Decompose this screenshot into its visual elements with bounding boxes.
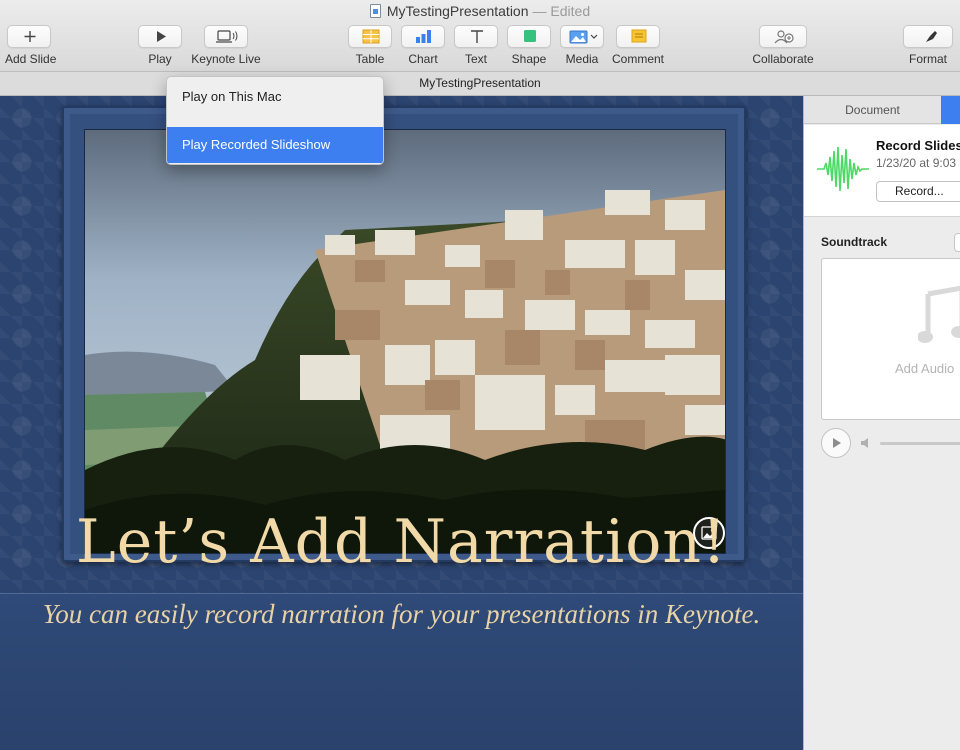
play-button[interactable]: Play <box>137 25 183 66</box>
table-icon <box>348 25 392 48</box>
collaborate-label: Collaborate <box>752 52 814 66</box>
inspector-tabs: Document <box>804 96 960 124</box>
record-date: 1/23/20 at 9:03 <box>876 156 957 170</box>
window-title: MyTestingPresentation — Edited <box>0 3 960 19</box>
chart-label: Chart <box>408 52 438 66</box>
tab-document[interactable]: Document <box>804 96 941 124</box>
plus-icon <box>7 25 51 48</box>
chart-button[interactable]: Chart <box>400 25 446 66</box>
play-dropdown-menu: Play on This Mac Play Recorded Slideshow <box>166 76 384 165</box>
text-button[interactable]: Text <box>453 25 499 66</box>
table-button[interactable]: Table <box>347 25 393 66</box>
add-slide-label: Add Slide <box>5 52 57 66</box>
shape-button[interactable]: Shape <box>506 25 552 66</box>
inspector-panel: Document Record Slides 1/23/20 at 9:03 R… <box>803 96 960 750</box>
slide-canvas[interactable] <box>0 96 803 750</box>
slide-title[interactable]: Let’s Add Narration! <box>0 507 803 577</box>
collaborate-icon <box>759 25 807 48</box>
bar-chart-icon <box>401 25 445 48</box>
add-audio-label: Add Audio <box>895 361 955 376</box>
collaborate-button[interactable]: Collaborate <box>750 25 816 66</box>
play-label: Play <box>148 52 172 66</box>
media-icon <box>560 25 604 48</box>
menu-item-play-on-this-mac[interactable]: Play on This Mac <box>167 77 383 117</box>
music-note-icon <box>918 286 960 343</box>
keynote-document-icon <box>369 4 381 18</box>
volume-icon <box>861 438 868 448</box>
document-tab[interactable]: MyTestingPresentation <box>0 72 960 96</box>
keynote-live-icon <box>204 25 248 48</box>
comment-label: Comment <box>612 52 665 66</box>
add-slide-button[interactable]: Add Slide <box>5 25 57 66</box>
text-label: Text <box>464 52 487 66</box>
format-label: Format <box>908 52 947 66</box>
comment-button[interactable]: Comment <box>612 25 664 66</box>
shape-icon <box>507 25 551 48</box>
shape-label: Shape <box>511 52 547 66</box>
record-slideshow-card: Record Slides 1/23/20 at 9:03 Record... <box>804 125 960 217</box>
soundtrack-label: Soundtrack <box>821 235 888 249</box>
table-label: Table <box>355 52 385 66</box>
volume-slider[interactable] <box>880 442 960 445</box>
record-slideshow-title: Record Slides <box>876 138 960 153</box>
soundtrack-popup-button[interactable] <box>954 233 960 252</box>
record-button[interactable]: Record... <box>876 181 960 202</box>
keynote-live-label: Keynote Live <box>191 52 261 66</box>
window-title-text: MyTestingPresentation <box>386 3 529 19</box>
slide-photo[interactable] <box>84 129 726 554</box>
format-brush-icon <box>903 25 953 48</box>
add-audio-well[interactable]: Add Audio <box>821 258 960 420</box>
format-button[interactable]: Format <box>902 25 954 66</box>
keynote-live-button[interactable]: Keynote Live <box>190 25 262 66</box>
waveform-icon <box>817 146 869 192</box>
tab-audio[interactable] <box>941 96 960 124</box>
play-audio-button[interactable] <box>821 428 851 458</box>
text-icon <box>454 25 498 48</box>
media-label: Media <box>565 52 599 66</box>
document-tab-label: MyTestingPresentation <box>419 76 541 90</box>
menu-item-play-recorded-slideshow[interactable]: Play Recorded Slideshow <box>167 127 383 163</box>
play-icon <box>138 25 182 48</box>
photo-frame <box>62 106 746 562</box>
edited-status: — Edited <box>532 3 591 19</box>
media-button[interactable]: Media <box>559 25 605 66</box>
play-icon <box>833 438 841 448</box>
slide-subtitle[interactable]: You can easily record narration for your… <box>0 599 803 630</box>
menu-separator <box>167 117 383 127</box>
comment-icon <box>616 25 660 48</box>
toolbar: MyTestingPresentation — Edited Add Slide … <box>0 0 960 72</box>
